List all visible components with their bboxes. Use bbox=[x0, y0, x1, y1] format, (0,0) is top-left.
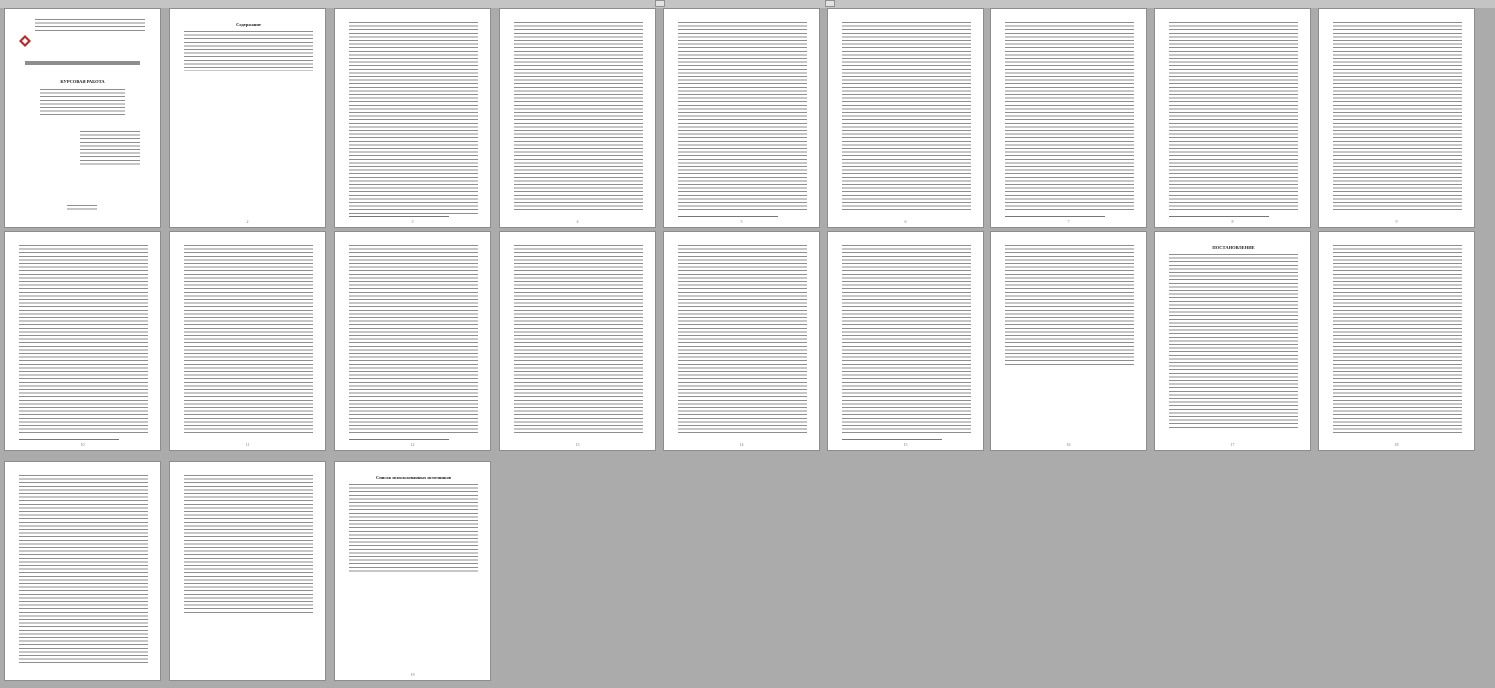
page-number: 17 bbox=[1230, 442, 1235, 447]
page-8[interactable]: 8 bbox=[1155, 9, 1310, 227]
page-body-text bbox=[1333, 22, 1462, 213]
page-body-text bbox=[678, 245, 807, 436]
cover-header bbox=[35, 19, 145, 33]
page-body-text bbox=[678, 22, 807, 212]
page-number: 7 bbox=[1067, 219, 1070, 224]
sources-title: Список использованных источников bbox=[349, 475, 478, 480]
footnote bbox=[349, 216, 449, 217]
page-body-text bbox=[514, 245, 643, 436]
page-number: 18 bbox=[1394, 442, 1399, 447]
page-body-text bbox=[19, 475, 148, 666]
page-number: 11 bbox=[245, 442, 250, 447]
footnote bbox=[19, 439, 119, 440]
page-body-text bbox=[1169, 22, 1298, 212]
page-body-text bbox=[514, 22, 643, 213]
toc-entries bbox=[184, 31, 313, 71]
page-number: 14 bbox=[739, 442, 744, 447]
page-body-text bbox=[1333, 245, 1462, 436]
page-sources[interactable]: Список использованных источников 19 bbox=[335, 462, 490, 680]
page-number: 13 bbox=[575, 442, 580, 447]
page-13[interactable]: 13 bbox=[500, 232, 655, 450]
cover-author-block bbox=[80, 131, 140, 167]
page-15[interactable]: 15 bbox=[828, 232, 983, 450]
page-body-text bbox=[184, 475, 313, 615]
page-4[interactable]: 4 bbox=[500, 9, 655, 227]
footnote bbox=[678, 216, 778, 217]
viewer-top-bar bbox=[0, 0, 1495, 8]
cover-department bbox=[25, 61, 140, 65]
page-body-text bbox=[349, 245, 478, 435]
page-body-text bbox=[184, 245, 313, 436]
page-number: 3 bbox=[411, 219, 414, 224]
page-number: 4 bbox=[576, 219, 579, 224]
page-7[interactable]: 7 bbox=[991, 9, 1146, 227]
cover-topic bbox=[40, 89, 125, 115]
page-19b[interactable] bbox=[170, 462, 325, 680]
page-14[interactable]: 14 bbox=[664, 232, 819, 450]
page-number: 19 bbox=[410, 672, 415, 677]
page-body-text bbox=[1005, 22, 1134, 212]
page-number: 6 bbox=[904, 219, 907, 224]
page-toc[interactable]: Содержание 2 bbox=[170, 9, 325, 227]
page-number: 9 bbox=[1395, 219, 1398, 224]
page-number: 2 bbox=[246, 219, 249, 224]
page-number: 10 bbox=[80, 442, 85, 447]
page-number: 16 bbox=[1066, 442, 1071, 447]
page-16[interactable]: 16 bbox=[991, 232, 1146, 450]
page-11[interactable]: 11 bbox=[170, 232, 325, 450]
university-emblem-icon bbox=[19, 35, 31, 47]
resolution-title: ПОСТАНОВЛЕНИЕ bbox=[1169, 245, 1298, 250]
page-number: 5 bbox=[740, 219, 743, 224]
page-3[interactable]: 3 bbox=[335, 9, 490, 227]
page-12[interactable]: 12 bbox=[335, 232, 490, 450]
scroll-thumb-left[interactable] bbox=[655, 0, 665, 7]
page-body-text bbox=[19, 245, 148, 435]
page-number: 15 bbox=[903, 442, 908, 447]
footnote bbox=[1005, 216, 1105, 217]
scroll-thumb-right[interactable] bbox=[825, 0, 835, 7]
page-10[interactable]: 10 bbox=[5, 232, 160, 450]
page-18[interactable]: 18 bbox=[1319, 232, 1474, 450]
page-number: 12 bbox=[410, 442, 415, 447]
page-body-text bbox=[1005, 245, 1134, 365]
footnote bbox=[842, 439, 942, 440]
page-resolution[interactable]: ПОСТАНОВЛЕНИЕ 17 bbox=[1155, 232, 1310, 450]
page-19a[interactable] bbox=[5, 462, 160, 680]
footnote bbox=[1169, 216, 1269, 217]
page-5[interactable]: 5 bbox=[664, 9, 819, 227]
page-6[interactable]: 6 bbox=[828, 9, 983, 227]
footnote bbox=[349, 439, 449, 440]
page-body-text bbox=[842, 245, 971, 435]
page-body-text bbox=[1169, 254, 1298, 429]
toc-title: Содержание bbox=[184, 22, 313, 27]
page-body-text bbox=[842, 22, 971, 213]
cover-work-type: КУРСОВАЯ РАБОТА bbox=[19, 79, 146, 84]
page-9[interactable]: 9 bbox=[1319, 9, 1474, 227]
page-cover[interactable]: КУРСОВАЯ РАБОТА bbox=[5, 9, 160, 227]
cover-city-year bbox=[67, 205, 97, 211]
page-body-text bbox=[349, 22, 478, 214]
page-number: 8 bbox=[1231, 219, 1234, 224]
sources-list bbox=[349, 484, 478, 574]
